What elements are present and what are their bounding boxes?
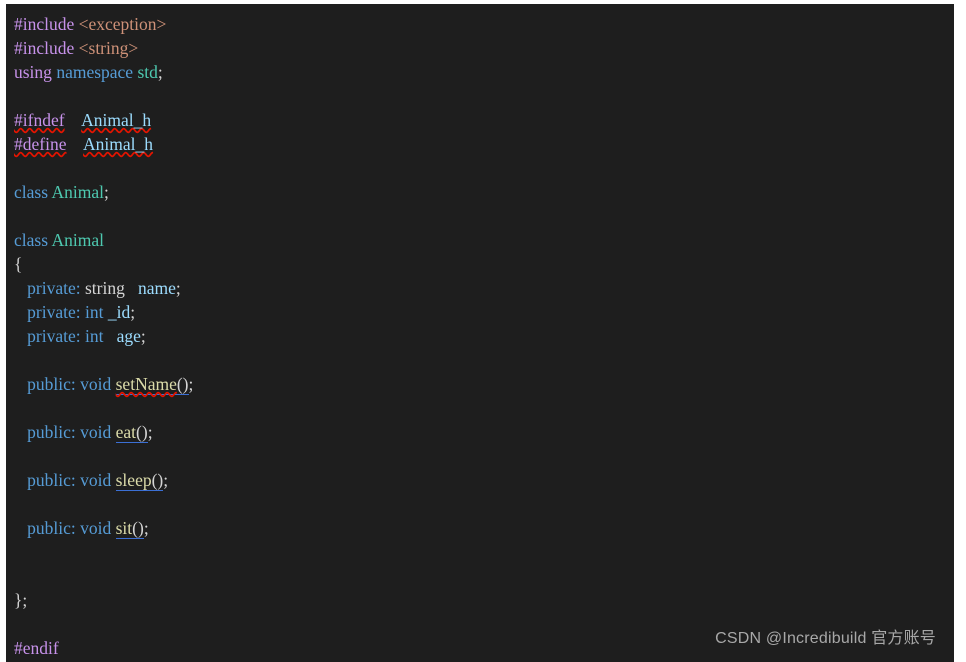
code-line[interactable]: using namespace std; — [14, 60, 954, 84]
code-token: int — [84, 326, 104, 346]
code-token: void — [80, 470, 112, 490]
code-line[interactable]: #define Animal_h — [14, 132, 954, 156]
code-token: () — [136, 422, 148, 443]
code-line[interactable] — [14, 156, 954, 180]
code-token: public — [27, 470, 71, 490]
code-token: class — [14, 230, 49, 250]
code-line[interactable] — [14, 564, 954, 588]
code-line[interactable]: private: string name; — [14, 276, 954, 300]
code-token: sleep — [115, 470, 152, 491]
code-token: ; — [143, 518, 149, 538]
code-token: int — [84, 302, 104, 322]
code-token: ; — [103, 182, 109, 202]
code-token: void — [80, 518, 112, 538]
code-line[interactable]: #include <exception> — [14, 12, 954, 36]
code-token: <exception> — [78, 14, 167, 34]
code-token: age — [116, 326, 141, 346]
code-token: public — [27, 422, 71, 442]
code-line[interactable] — [14, 444, 954, 468]
code-token: name — [137, 278, 176, 298]
code-token: namespace — [56, 62, 134, 82]
code-line[interactable] — [14, 540, 954, 564]
code-line[interactable]: { — [14, 252, 954, 276]
code-line[interactable]: #ifndef Animal_h — [14, 108, 954, 132]
code-line[interactable] — [14, 492, 954, 516]
code-token: () — [151, 470, 164, 491]
code-token: ; — [163, 470, 169, 490]
code-line[interactable]: public: void setName(); — [14, 372, 954, 396]
code-token: Animal_h — [83, 134, 154, 154]
code-token: { — [14, 254, 23, 274]
code-line[interactable]: class Animal; — [14, 180, 954, 204]
code-token: private — [27, 326, 76, 346]
code-line[interactable]: #include <string> — [14, 36, 954, 60]
code-token: private — [27, 302, 76, 322]
code-token: sit — [115, 518, 133, 539]
code-token: ; — [175, 278, 181, 298]
code-token: Animal — [51, 182, 104, 202]
code-token: #ifndef — [14, 110, 65, 130]
code-token: ; — [157, 62, 163, 82]
code-token: ; — [188, 374, 194, 394]
code-token: private — [27, 278, 76, 298]
code-token: ; — [140, 326, 146, 346]
code-token: Animal — [51, 230, 104, 250]
code-token: _id — [107, 302, 131, 322]
code-token: #define — [14, 134, 67, 154]
code-line[interactable] — [14, 348, 954, 372]
code-token: #include — [14, 14, 75, 34]
code-token: ; — [147, 422, 153, 442]
code-token: public — [27, 518, 71, 538]
code-token: ; — [130, 302, 136, 322]
code-token: }; — [14, 590, 28, 610]
code-line[interactable] — [14, 396, 954, 420]
code-token: Animal_h — [81, 110, 152, 130]
code-line[interactable] — [14, 204, 954, 228]
code-token: setName — [115, 374, 177, 395]
code-token: class — [14, 182, 49, 202]
code-token: () — [132, 518, 144, 539]
code-token: <string> — [78, 38, 139, 58]
code-editor-pane[interactable]: #include <exception> #include <string> usi… — [6, 4, 954, 662]
code-token: std — [137, 62, 158, 82]
code-token: eat — [115, 422, 137, 443]
code-line[interactable]: private: int _id; — [14, 300, 954, 324]
code-line[interactable]: public: void sleep(); — [14, 468, 954, 492]
code-line[interactable]: class Animal — [14, 228, 954, 252]
code-token: () — [176, 374, 189, 395]
code-token: void — [80, 374, 112, 394]
code-token: void — [80, 422, 112, 442]
code-line[interactable]: private: int age; — [14, 324, 954, 348]
code-token: #include — [14, 38, 75, 58]
code-token: string — [84, 278, 125, 298]
code-line[interactable] — [14, 84, 954, 108]
csdn-watermark: CSDN @Incredibuild 官方账号 — [715, 630, 936, 647]
code-line[interactable]: public: void sit(); — [14, 516, 954, 540]
code-token: #endif — [14, 638, 59, 658]
code-line[interactable]: public: void eat(); — [14, 420, 954, 444]
code-token: using — [14, 62, 52, 82]
code-text-area[interactable]: #include <exception> #include <string> usi… — [14, 12, 954, 660]
code-token: public — [27, 374, 71, 394]
code-line[interactable]: }; — [14, 588, 954, 612]
